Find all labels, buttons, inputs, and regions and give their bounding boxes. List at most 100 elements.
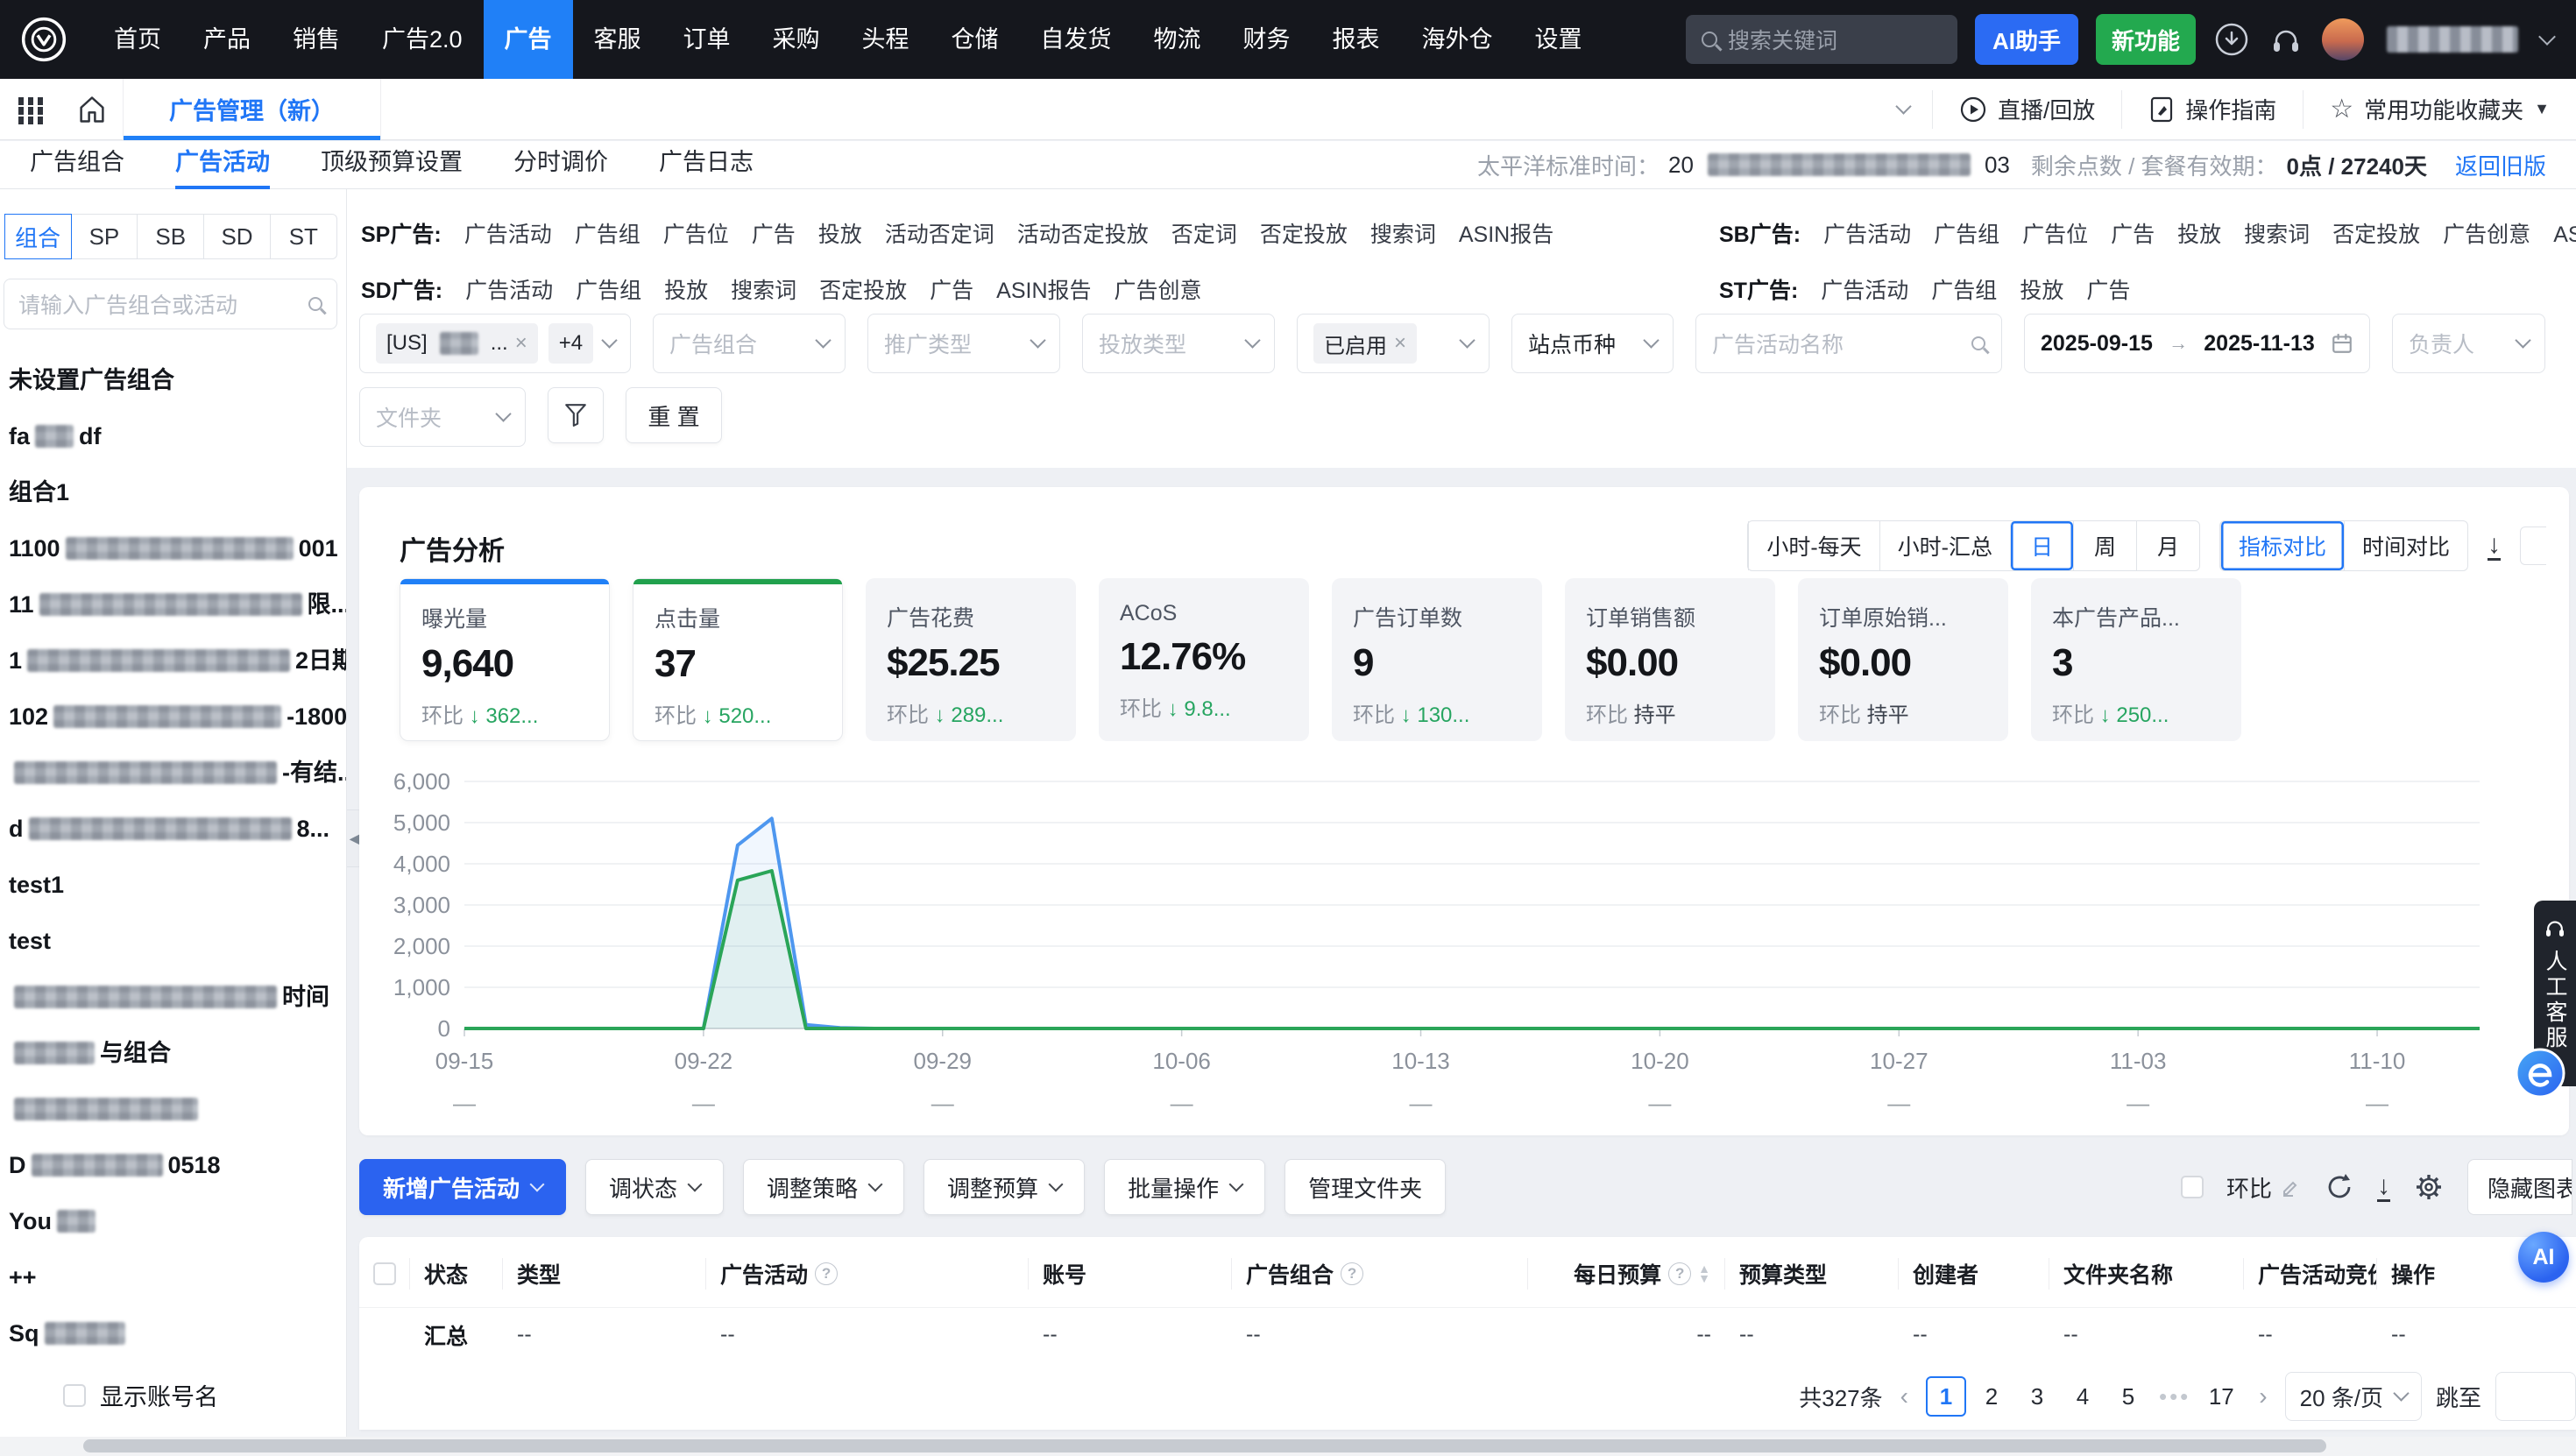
sp-link[interactable]: 活动否定词 bbox=[885, 217, 994, 249]
metric-card[interactable]: 点击量 37 环比 ↓ 520... bbox=[633, 578, 843, 741]
main-menu-item[interactable]: 仓储 bbox=[931, 0, 1020, 79]
col-folder[interactable]: 文件夹名称 bbox=[2049, 1258, 2244, 1290]
metric-card[interactable]: 订单销售额 $0.00 环比 ↓ 持平 bbox=[1565, 578, 1775, 741]
refresh-icon[interactable] bbox=[2325, 1172, 2354, 1202]
sb-link[interactable]: 投放 bbox=[2177, 217, 2221, 249]
page-tab[interactable]: 顶级预算设置 bbox=[321, 141, 463, 189]
ai-fab-button[interactable]: AI bbox=[2518, 1232, 2569, 1283]
download-table-icon[interactable]: ↓ bbox=[2377, 1173, 2390, 1202]
download-center-icon[interactable] bbox=[2213, 21, 2250, 58]
metric-card[interactable]: 本广告产品... 3 环比 ↓ 250... bbox=[2031, 578, 2241, 741]
page-tab[interactable]: 广告组合 bbox=[30, 141, 124, 189]
st-link[interactable]: 投放 bbox=[2020, 273, 2063, 305]
metric-card[interactable]: ACoS 12.76% 环比 ↓ 9.8... bbox=[1099, 578, 1309, 741]
sd-link[interactable]: 广告活动 bbox=[465, 273, 553, 305]
action-button[interactable]: 调状态 bbox=[585, 1159, 724, 1215]
portfolio-list-item[interactable] bbox=[0, 1081, 346, 1137]
portfolio-list-item[interactable]: 时间 bbox=[0, 969, 346, 1025]
main-menu-item[interactable]: 自发货 bbox=[1020, 0, 1133, 79]
col-status[interactable]: 状态 bbox=[410, 1258, 503, 1290]
portfolio-list-item[interactable]: 12日期... bbox=[0, 633, 346, 689]
st-link[interactable]: 广告组 bbox=[1931, 273, 1997, 305]
col-portfolio[interactable]: 广告组合? bbox=[1232, 1258, 1528, 1290]
sp-link[interactable]: 广告位 bbox=[663, 217, 729, 249]
promo-type-filter-select[interactable]: 推广类型 bbox=[867, 314, 1060, 373]
next-page-button[interactable]: › bbox=[2255, 1382, 2270, 1410]
main-menu-item[interactable]: 海外仓 bbox=[1401, 0, 1514, 79]
col-budget-type[interactable]: 预算类型 bbox=[1725, 1258, 1899, 1290]
sb-link[interactable]: 搜索词 bbox=[2244, 217, 2310, 249]
main-menu-item[interactable]: 广告 bbox=[484, 0, 573, 79]
page-button[interactable]: ••• bbox=[2154, 1376, 2196, 1417]
folder-filter-select[interactable]: 文件夹 bbox=[359, 387, 526, 447]
favorites-button[interactable]: ☆ 常用功能收藏夹 ▼ bbox=[2303, 90, 2576, 129]
col-campaign-bid[interactable]: 广告活动竞价 bbox=[2244, 1258, 2377, 1290]
global-search-input[interactable]: 搜索关键词 bbox=[1686, 15, 1957, 64]
sp-link[interactable]: 活动否定投放 bbox=[1017, 217, 1149, 249]
main-menu-item[interactable]: 设置 bbox=[1514, 0, 1603, 79]
main-menu-item[interactable]: 广告2.0 bbox=[361, 0, 484, 79]
page-tab[interactable]: 广告日志 bbox=[659, 141, 754, 189]
main-menu-item[interactable]: 订单 bbox=[662, 0, 752, 79]
sp-link[interactable]: 广告组 bbox=[575, 217, 640, 249]
horizontal-scrollbar[interactable] bbox=[0, 1437, 2576, 1456]
portfolio-list-item[interactable]: 组合1 bbox=[0, 464, 346, 520]
clipped-edge-icon[interactable] bbox=[2520, 527, 2546, 565]
sidebar-type-tab[interactable]: SB bbox=[137, 214, 204, 259]
metric-card[interactable]: 订单原始销... $0.00 环比 ↓ 持平 bbox=[1798, 578, 2008, 741]
more-tags-badge[interactable]: +4 bbox=[548, 323, 593, 364]
sp-link[interactable]: ASIN报告 bbox=[1459, 217, 1553, 249]
site-currency-select[interactable]: 站点币种 bbox=[1511, 314, 1674, 373]
home-icon[interactable] bbox=[61, 79, 123, 140]
portfolio-list-item[interactable]: fadf bbox=[0, 408, 346, 464]
user-avatar[interactable] bbox=[2322, 18, 2364, 60]
scrollbar-thumb[interactable] bbox=[83, 1439, 2326, 1452]
status-filter-select[interactable]: 已启用× bbox=[1297, 314, 1490, 373]
main-menu-item[interactable]: 物流 bbox=[1133, 0, 1222, 79]
sd-link[interactable]: ASIN报告 bbox=[996, 273, 1091, 305]
back-to-old-link[interactable]: 返回旧版 bbox=[2455, 149, 2546, 181]
download-chart-icon[interactable]: ↓ bbox=[2488, 532, 2501, 561]
st-link[interactable]: 广告 bbox=[2086, 273, 2130, 305]
main-menu-item[interactable]: 销售 bbox=[272, 0, 361, 79]
granularity-button[interactable]: 小时-汇总 bbox=[1879, 521, 2010, 570]
action-button[interactable]: 调整预算 bbox=[924, 1159, 1085, 1215]
sb-link[interactable]: 广告创意 bbox=[2443, 217, 2530, 249]
portfolio-list-item[interactable]: 与组合 bbox=[0, 1025, 346, 1081]
granularity-button[interactable]: 日 bbox=[2010, 521, 2073, 570]
reset-button[interactable]: 重 置 bbox=[626, 387, 722, 443]
sb-link[interactable]: ASIN报告 bbox=[2553, 217, 2576, 249]
sd-link[interactable]: 搜索词 bbox=[731, 273, 796, 305]
ai-assistant-button[interactable]: AI助手 bbox=[1975, 14, 2078, 65]
col-campaign[interactable]: 广告活动? bbox=[706, 1258, 1029, 1290]
apps-grid-icon[interactable] bbox=[0, 79, 61, 140]
sb-link[interactable]: 广告位 bbox=[2022, 217, 2088, 249]
page-tab[interactable]: 广告活动 bbox=[175, 141, 270, 189]
sb-link[interactable]: 广告组 bbox=[1934, 217, 1999, 249]
help-icon[interactable]: ? bbox=[1341, 1262, 1363, 1285]
prev-page-button[interactable]: ‹ bbox=[1897, 1382, 1912, 1410]
portfolio-list-item[interactable]: -有结... bbox=[0, 745, 346, 801]
sidebar-type-tab[interactable]: SP bbox=[70, 214, 138, 259]
sp-link[interactable]: 否定词 bbox=[1171, 217, 1237, 249]
trend-chart[interactable]: 01,0002,0003,0004,0005,0006,00009-15—09-… bbox=[377, 769, 2541, 1128]
main-menu-item[interactable]: 财务 bbox=[1222, 0, 1312, 79]
jump-page-input[interactable] bbox=[2495, 1372, 2576, 1421]
chevron-down-icon[interactable] bbox=[2538, 28, 2556, 46]
help-icon[interactable]: ? bbox=[815, 1262, 838, 1285]
portfolio-list-item[interactable]: d8... bbox=[0, 801, 346, 857]
sp-link[interactable]: 否定投放 bbox=[1260, 217, 1348, 249]
col-type[interactable]: 类型 bbox=[503, 1258, 706, 1290]
sb-link[interactable]: 否定投放 bbox=[2332, 217, 2420, 249]
service-brand-icon[interactable] bbox=[2515, 1048, 2565, 1099]
advanced-filter-button[interactable] bbox=[548, 387, 604, 443]
portfolio-list-item[interactable]: D0518 bbox=[0, 1137, 346, 1193]
date-range-picker[interactable]: 2025-09-15 → 2025-11-13 bbox=[2024, 314, 2370, 373]
page-button[interactable]: 2 bbox=[1971, 1376, 2012, 1417]
show-account-checkbox[interactable] bbox=[63, 1384, 86, 1407]
remove-tag-icon[interactable]: × bbox=[1394, 331, 1406, 356]
main-menu-item[interactable]: 采购 bbox=[752, 0, 841, 79]
portfolio-list-item[interactable]: 未设置广告组合 bbox=[0, 352, 346, 408]
action-button[interactable]: 调整策略 bbox=[743, 1159, 904, 1215]
main-menu-item[interactable]: 报表 bbox=[1312, 0, 1401, 79]
